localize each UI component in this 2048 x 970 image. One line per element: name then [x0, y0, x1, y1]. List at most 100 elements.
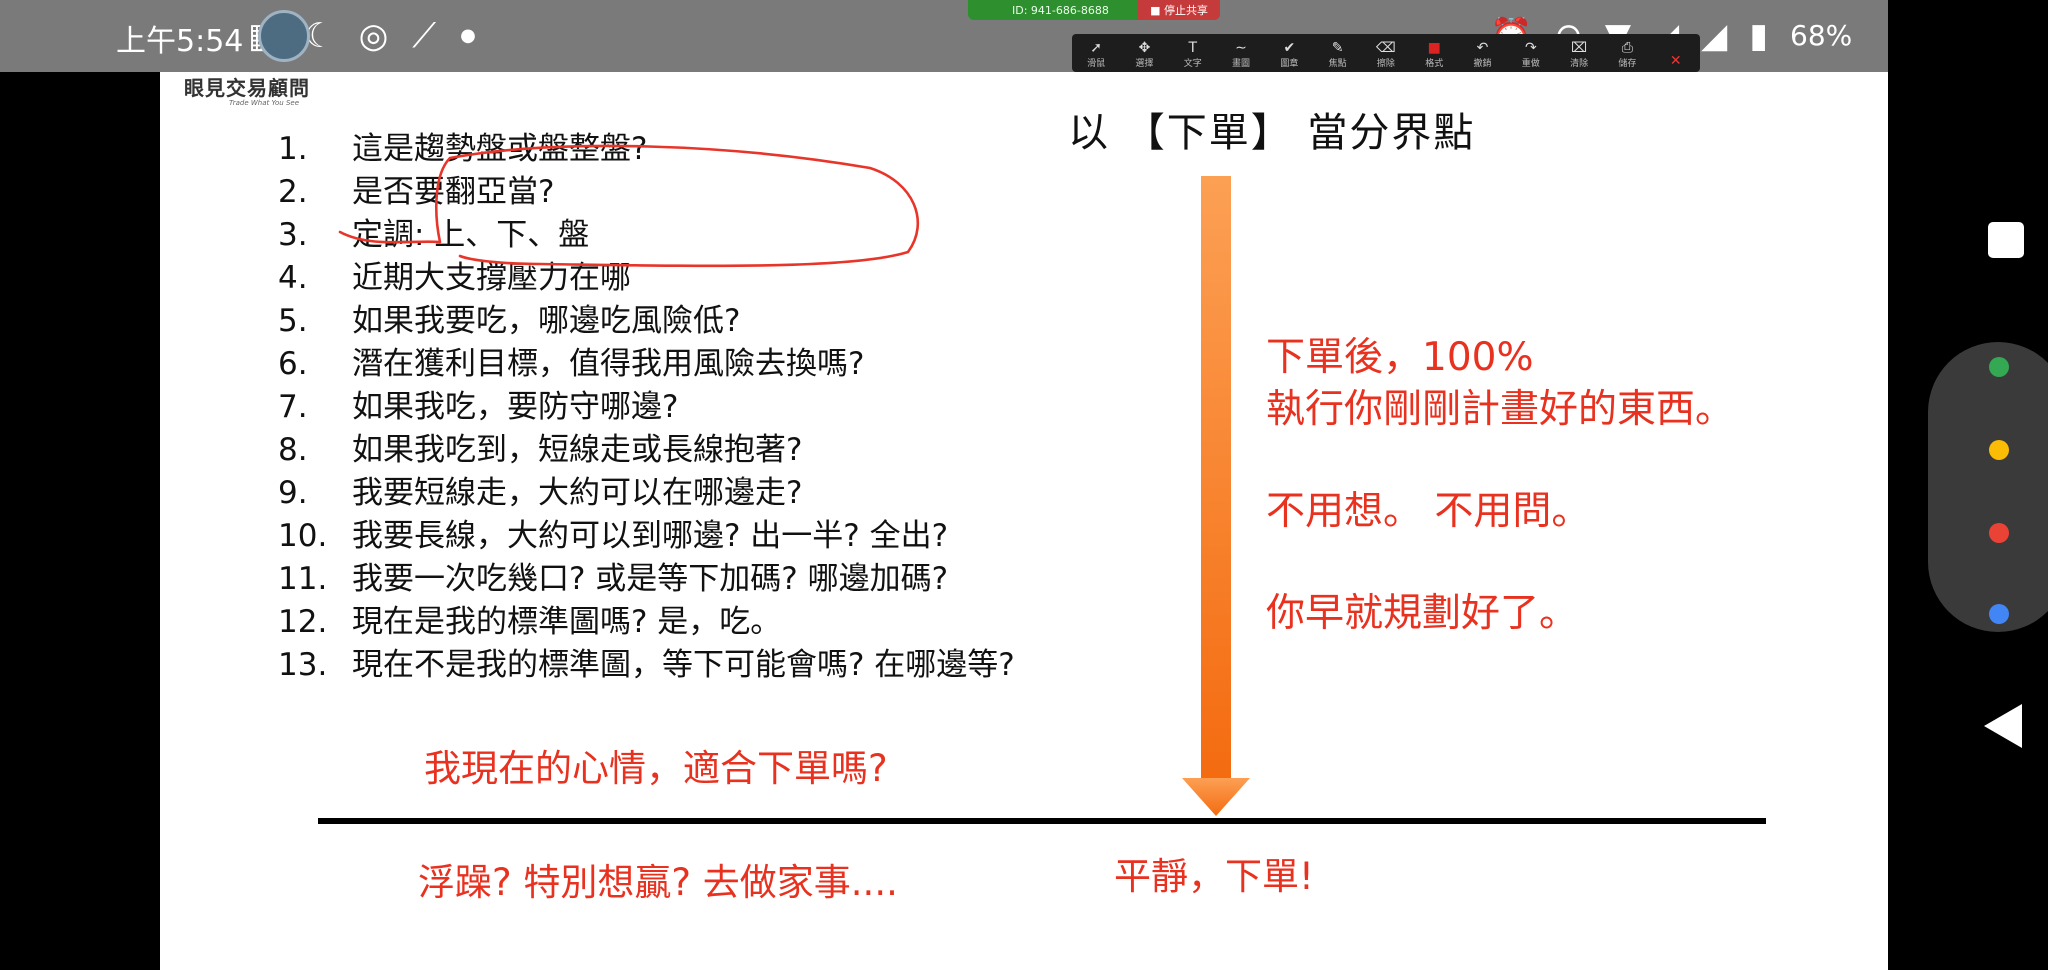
- screen-share-bar: ID: 941-686-8688 ■ 停止共享: [968, 0, 1220, 20]
- signal-icon: ◢: [1701, 16, 1728, 56]
- annotation-toolbar: ➚ 滑鼠 ✥ 選擇 T 文字 ∼ 畫圖 ✔ 圖章 ✎ 焦點 ⌫ 擦除 ■ 格式 ↶ 撤銷 ↷ 重做 ⌧ 清除 ⎙ 儲存 ✕: [1072, 34, 1700, 72]
- logo-badge-icon: [258, 10, 310, 62]
- back-triangle-icon[interactable]: [1984, 704, 2022, 748]
- company-logo: 眼見交易顧問 Trade What You See: [184, 10, 344, 107]
- annotation-tool[interactable]: ➚ 滑鼠: [1074, 40, 1118, 69]
- checklist-item: 11. 我要一次吃幾口? 或是等下加碼? 哪邊加碼?: [278, 558, 1015, 601]
- annotation-tool[interactable]: ∼ 畫圖: [1219, 40, 1263, 69]
- tool-label: 撤銷: [1473, 59, 1492, 69]
- tool-icon: ∼: [1235, 40, 1247, 56]
- assistant-dot: [1989, 440, 2009, 460]
- annotation-tool[interactable]: ■ 格式: [1412, 40, 1456, 69]
- tool-label: 滑鼠: [1087, 59, 1106, 69]
- tool-label: 焦點: [1328, 59, 1347, 69]
- annotation-tool[interactable]: ✥ 選擇: [1122, 40, 1166, 69]
- hand-drawn-circle-annotation: [338, 144, 920, 268]
- item-text: 現在是我的標準圖嗎? 是，吃。: [352, 604, 782, 640]
- tool-icon: T: [1188, 40, 1198, 56]
- checklist-item: 10. 我要長線，大約可以到哪邊? 出一半? 全出?: [278, 515, 1015, 558]
- after-order-line-3: 不用想。 不用問。: [1266, 489, 1591, 534]
- tool-icon: ⌫: [1376, 40, 1396, 56]
- annotation-tool[interactable]: ⎙ 儲存: [1605, 40, 1649, 69]
- tool-label: 文字: [1183, 59, 1202, 69]
- after-order-line-2: 執行你剛剛計畫好的東西。: [1266, 387, 1735, 432]
- assistant-pill[interactable]: [1928, 342, 2048, 632]
- tool-label: 格式: [1425, 59, 1444, 69]
- calm-advice: 平靜，下單!: [1114, 855, 1314, 898]
- item-text: 現在不是我的標準圖，等下可能會嗎? 在哪邊等?: [352, 647, 1015, 683]
- sync-icon: ◎: [358, 16, 389, 56]
- annotation-tool[interactable]: ✔ 圖章: [1267, 40, 1311, 69]
- checklist-item: 7. 如果我吃，要防守哪邊?: [278, 386, 1015, 429]
- item-text: 我要一次吃幾口? 或是等下加碼? 哪邊加碼?: [352, 561, 949, 597]
- item-text: 我要短線走，大約可以在哪邊走?: [352, 475, 803, 511]
- checklist-item: 8. 如果我吃到，短線走或長線抱著?: [278, 429, 1015, 472]
- divider-line: [318, 818, 1766, 824]
- assistant-dot: [1989, 604, 2009, 624]
- screen: 上午5:54 ▦ ☾ ◎ ⟋ ● ⏰ ⊖ ▼ ◢ ◢ ▮ 68% ID: 941…: [0, 0, 2048, 970]
- tool-label: 清除: [1570, 59, 1589, 69]
- logo-title: 眼見交易顧問: [184, 76, 310, 100]
- battery-icon: ▮: [1749, 16, 1769, 56]
- stop-share-button[interactable]: ■ 停止共享: [1138, 0, 1220, 20]
- tool-label: 圖章: [1280, 59, 1299, 69]
- dot-icon: ●: [460, 25, 476, 46]
- annotation-tool[interactable]: ⌫ 擦除: [1364, 40, 1408, 69]
- checklist-item: 6. 潛在獲利目標，值得我用風險去換嗎?: [278, 343, 1015, 386]
- meeting-id: ID: 941-686-8688: [1012, 3, 1109, 17]
- tool-icon: ✎: [1331, 40, 1344, 56]
- status-time: 上午5:54: [116, 24, 244, 59]
- tool-icon: ✕: [1669, 53, 1682, 69]
- item-number: 5.: [278, 303, 308, 339]
- item-text: 如果我吃到，短線走或長線抱著?: [352, 432, 803, 468]
- after-order-line-4: 你早就規劃好了。: [1266, 591, 1579, 636]
- pivot-title: 以 【下單】 當分界點: [1068, 110, 1476, 156]
- impatient-advice: 浮躁? 特別想贏? 去做家事....: [418, 861, 898, 904]
- assistant-dot: [1989, 523, 2009, 543]
- battery-level: 68%: [1790, 19, 1853, 52]
- item-number: 9.: [278, 475, 308, 511]
- annotation-tool[interactable]: ↷ 重做: [1509, 40, 1553, 69]
- shared-slide: 眼見交易顧問 Trade What You See 1. 這是趨勢盤或盤整盤? 2.…: [160, 10, 1888, 970]
- assistant-dot: [1989, 357, 2009, 377]
- item-text: 如果我吃，要防守哪邊?: [352, 389, 679, 425]
- tool-label: 重做: [1521, 59, 1540, 69]
- item-number: 12.: [278, 604, 328, 640]
- checklist-item: 13. 現在不是我的標準圖，等下可能會嗎? 在哪邊等?: [278, 644, 1015, 687]
- annotation-tool[interactable]: ✕: [1654, 53, 1698, 69]
- tool-icon: ➚: [1090, 40, 1102, 56]
- item-number: 13.: [278, 647, 328, 683]
- tool-icon: ✥: [1138, 40, 1151, 56]
- tool-label: 儲存: [1618, 59, 1637, 69]
- item-text: 我要長線，大約可以到哪邊? 出一半? 全出?: [352, 518, 949, 554]
- tool-icon: ⎙: [1621, 40, 1633, 56]
- tool-icon: ■: [1427, 40, 1441, 56]
- item-number: 10.: [278, 518, 328, 554]
- checklist-item: 12. 現在是我的標準圖嗎? 是，吃。: [278, 601, 1015, 644]
- recents-square-icon[interactable]: [1988, 222, 2024, 258]
- tool-label: 擦除: [1376, 59, 1395, 69]
- item-number: 6.: [278, 346, 308, 382]
- tool-icon: ✔: [1283, 40, 1296, 56]
- after-order-line-1: 下單後，100%: [1266, 335, 1534, 380]
- chart-icon: ⟋: [412, 16, 437, 56]
- mood-question: 我現在的心情，適合下單嗎?: [424, 747, 888, 790]
- tool-icon: ↷: [1524, 40, 1537, 56]
- item-text: 潛在獲利目標，值得我用風險去換嗎?: [352, 346, 865, 382]
- navigation-bar: [1888, 0, 2048, 970]
- annotation-tool[interactable]: ⌧ 清除: [1557, 40, 1601, 69]
- annotation-tool[interactable]: ✎ 焦點: [1316, 40, 1360, 69]
- checklist-item: 9. 我要短線走，大約可以在哪邊走?: [278, 472, 1015, 515]
- tool-icon: ↶: [1476, 40, 1489, 56]
- checklist-item: 5. 如果我要吃，哪邊吃風險低?: [278, 300, 1015, 343]
- annotation-tool[interactable]: ↶ 撤銷: [1461, 40, 1505, 69]
- annotation-tool[interactable]: T 文字: [1171, 40, 1215, 69]
- tool-icon: ⌧: [1571, 40, 1588, 56]
- down-arrow-icon: [1182, 176, 1250, 816]
- tool-label: 選擇: [1135, 59, 1154, 69]
- item-number: 7.: [278, 389, 308, 425]
- item-text: 如果我要吃，哪邊吃風險低?: [352, 303, 741, 339]
- item-number: 8.: [278, 432, 308, 468]
- item-number: 11.: [278, 561, 328, 597]
- tool-label: 畫圖: [1232, 59, 1251, 69]
